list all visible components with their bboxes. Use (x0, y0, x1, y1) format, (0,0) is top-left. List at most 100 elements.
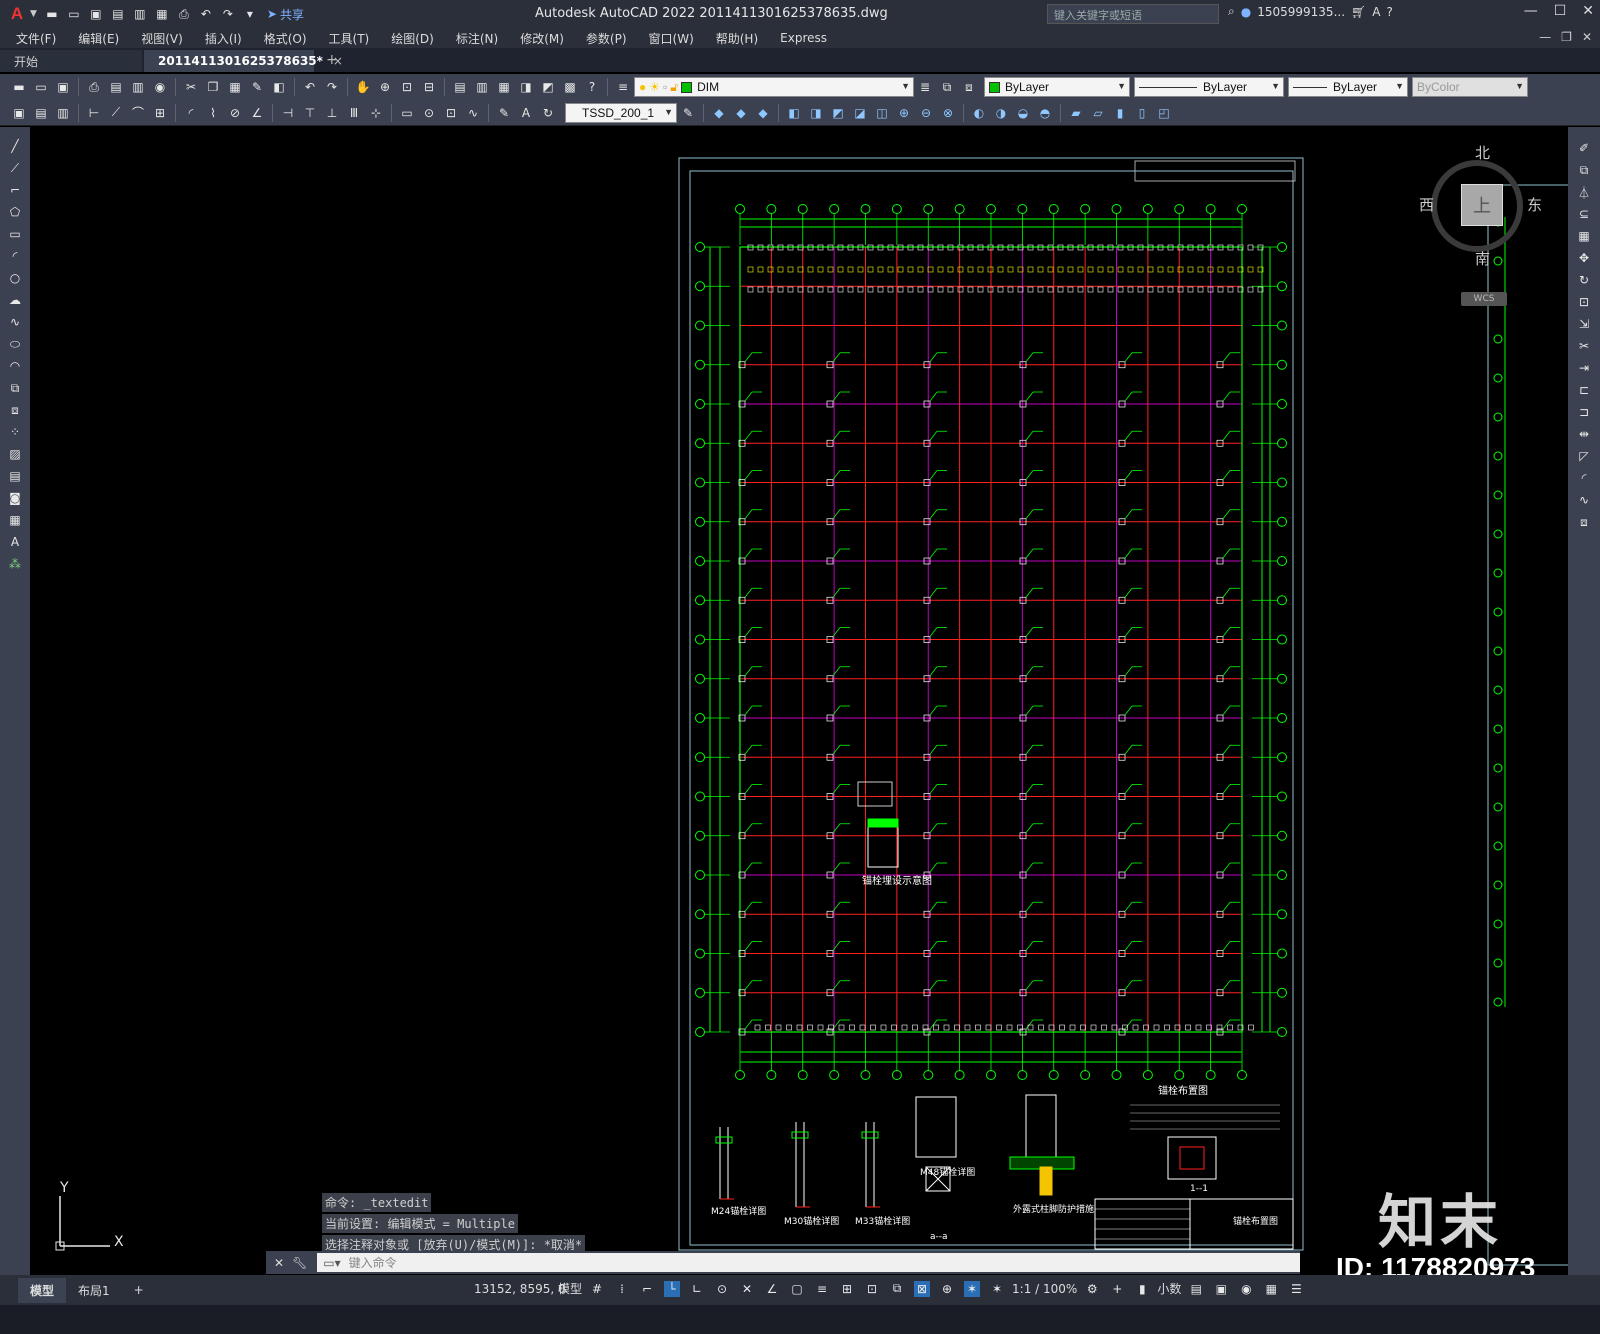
redo-icon[interactable]: ↷ (219, 5, 237, 23)
layer-current-icon[interactable]: ≣ (916, 78, 934, 96)
slice-icon[interactable]: ▱ (1089, 104, 1107, 122)
move-icon[interactable]: ✥ (1575, 249, 1593, 267)
plot-icon[interactable]: ⎙ (175, 5, 193, 23)
open-icon[interactable]: ▭ (32, 78, 50, 96)
tool-palettes-icon[interactable]: ▦ (495, 78, 513, 96)
intersect-icon[interactable]: ⊗ (939, 104, 957, 122)
new-file-icon[interactable]: ▬ (43, 5, 61, 23)
cart-icon[interactable]: 🛒︎ (1351, 5, 1366, 19)
compass-north[interactable]: 北 (1475, 142, 1490, 163)
minimize-icon[interactable]: — (1524, 3, 1538, 19)
zoom-window-icon[interactable]: ⊡ (398, 78, 416, 96)
polyline-icon[interactable]: ⌐ (6, 181, 24, 199)
doc-minimize-icon[interactable]: — (1539, 30, 1551, 44)
menu-item[interactable]: 文件(F) (16, 30, 56, 47)
maximize-icon[interactable]: ☐ (1554, 3, 1567, 19)
units-icon[interactable]: ▮ (1134, 1281, 1150, 1297)
aligned-dimension-icon[interactable]: ⟋ (107, 104, 125, 122)
offset-icon[interactable]: ⊆ (1575, 205, 1593, 223)
lock-ui-icon[interactable]: ▣ (1213, 1281, 1229, 1297)
jogged-icon[interactable]: ⌇ (204, 104, 222, 122)
3d-print-icon[interactable]: ◉ (151, 78, 169, 96)
match-properties-icon[interactable]: ✎ (248, 78, 266, 96)
undo-icon[interactable]: ↶ (197, 5, 215, 23)
autocad-logo-icon[interactable]: A (6, 3, 28, 25)
polygon-icon[interactable]: ⬠ (6, 203, 24, 221)
cursor-coordinates[interactable]: 13152, 8595, 0 (474, 1282, 566, 1296)
menu-item[interactable]: 格式(O) (264, 30, 307, 47)
app-menu-chevron-icon[interactable]: ▼ (30, 9, 37, 19)
lineweight-icon[interactable]: ▢ (789, 1281, 805, 1297)
model-space-toggle[interactable]: 模型 (558, 1280, 582, 1297)
region-icon[interactable]: ◙ (6, 489, 24, 507)
arc-icon[interactable]: ◜ (6, 247, 24, 265)
user-name[interactable]: 1505999135... (1257, 5, 1345, 19)
graphics-performance-icon[interactable]: ▦ (1263, 1281, 1279, 1297)
construction-line-icon[interactable]: ⟋ (6, 159, 24, 177)
break-at-point-icon[interactable]: ⊏ (1575, 381, 1593, 399)
plot-icon[interactable]: ⎙ (85, 78, 103, 96)
menu-item[interactable]: 窗口(W) (649, 30, 694, 47)
trim-icon[interactable]: ✂ (1575, 337, 1593, 355)
gradient-icon[interactable]: ▤ (6, 467, 24, 485)
search-icon[interactable]: ⌕ (1228, 4, 1235, 19)
zoom-realtime-icon[interactable]: ⊕ (376, 78, 394, 96)
menu-item[interactable]: 标注(N) (456, 30, 498, 47)
color-dropdown[interactable]: ByLayer ▼ (984, 77, 1130, 97)
customize-qa-icon[interactable]: ▾ (241, 5, 259, 23)
new-icon[interactable]: ▬ (10, 78, 28, 96)
menu-item[interactable]: 参数(P) (586, 30, 627, 47)
save-icon[interactable]: ▣ (54, 78, 72, 96)
revision-cloud-icon[interactable]: ☁ (6, 291, 24, 309)
baseline-icon[interactable]: ⊤ (301, 104, 319, 122)
isolate-objects-icon[interactable]: ◉ (1238, 1281, 1254, 1297)
calculator-icon[interactable]: ▩ (561, 78, 579, 96)
jogged-linear-icon[interactable]: ∿ (464, 104, 482, 122)
visual-style-icon[interactable]: ◐ (970, 104, 988, 122)
compass-west[interactable]: 西 (1419, 194, 1434, 215)
layer-states-icon[interactable]: ⧈ (960, 78, 978, 96)
quick-properties-icon[interactable]: ▤ (1188, 1281, 1204, 1297)
layer-previous-icon[interactable]: ⧉ (938, 78, 956, 96)
presspull-icon[interactable]: ◫ (873, 104, 891, 122)
update-icon[interactable]: ↻ (539, 104, 557, 122)
block-editor-icon[interactable]: ◧ (270, 78, 288, 96)
cone-icon[interactable]: ◆ (754, 104, 772, 122)
open-web-icon[interactable]: ▥ (131, 5, 149, 23)
pan-icon[interactable]: ✋ (354, 78, 372, 96)
point-icon[interactable]: ⁘ (6, 423, 24, 441)
selection-cycling-icon[interactable]: ⊞ (839, 1281, 855, 1297)
array-icon[interactable]: ▦ (1575, 227, 1593, 245)
menu-item[interactable]: 视图(V) (141, 30, 183, 47)
save-icon[interactable]: ▣ (87, 5, 105, 23)
inspection-icon[interactable]: ⊡ (442, 104, 460, 122)
undo-icon[interactable]: ↶ (301, 78, 319, 96)
shaded-icon[interactable]: ◒ (1014, 104, 1032, 122)
revolve-icon[interactable]: ◨ (807, 104, 825, 122)
drawing-canvas[interactable]: 锚栓埋设示意图 锚栓布置图 M24锚栓详图 M30锚栓详图 M33锚栓详图 M4… (30, 127, 1568, 1275)
grid-icon[interactable]: # (589, 1281, 605, 1297)
scale-icon[interactable]: ⊡ (1575, 293, 1593, 311)
publish-icon[interactable]: ▥ (129, 78, 147, 96)
annotation-scale[interactable]: 1:1 / 100% (1012, 1282, 1077, 1296)
command-close-icon[interactable]: ✕ (274, 1256, 284, 1270)
quick-dimension-icon[interactable]: ⊣ (279, 104, 297, 122)
extrude-icon[interactable]: ◧ (785, 104, 803, 122)
arc-length-icon[interactable]: ⌒ (129, 104, 147, 122)
add-selected-icon[interactable]: ⁂ (6, 555, 24, 573)
annotation-visibility-icon[interactable]: ✶ (964, 1280, 981, 1297)
markup-icon[interactable]: ◩ (539, 78, 557, 96)
object-snap-icon[interactable]: ∠ (764, 1281, 780, 1297)
imprint-icon[interactable]: ◰ (1155, 104, 1173, 122)
ordinate-icon[interactable]: ⊞ (151, 104, 169, 122)
tolerance-icon[interactable]: ▭ (398, 104, 416, 122)
center-mark-icon[interactable]: ⊙ (420, 104, 438, 122)
tab-drawing[interactable]: 2011411301625378635* × (144, 50, 343, 72)
linear-dimension-icon[interactable]: ⊢ (85, 104, 103, 122)
edit-dimension-icon[interactable]: ✎ (495, 104, 513, 122)
chamfer-icon[interactable]: ◸ (1575, 447, 1593, 465)
gizmo-icon[interactable]: ⊕ (939, 1281, 955, 1297)
line-icon[interactable]: ╱ (6, 137, 24, 155)
menu-item[interactable]: 绘图(D) (391, 30, 434, 47)
thicken-icon[interactable]: ▮ (1111, 104, 1129, 122)
